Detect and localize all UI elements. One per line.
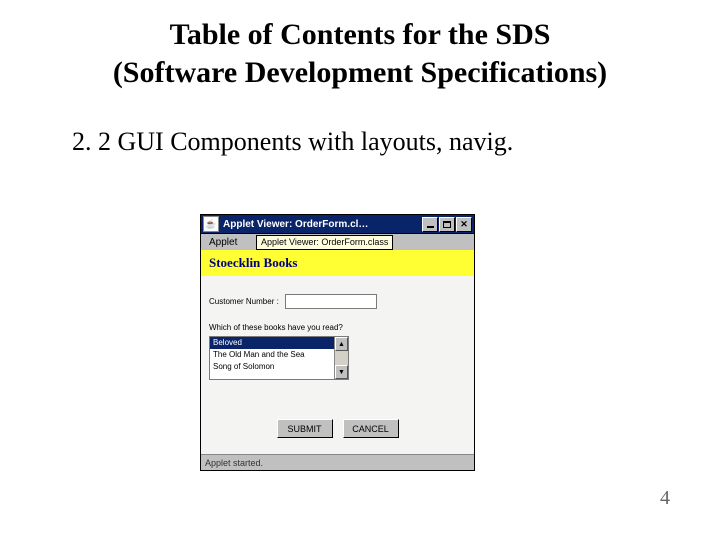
customer-row: Customer Number : xyxy=(201,276,474,309)
button-row: SUBMIT CANCEL xyxy=(201,419,474,438)
scroll-up-button[interactable]: ▲ xyxy=(335,337,348,351)
slide-title-line2: (Software Development Specifications) xyxy=(12,54,708,92)
page-number: 4 xyxy=(660,487,670,510)
chevron-up-icon: ▲ xyxy=(338,341,345,348)
status-text: Applet started. xyxy=(205,458,263,468)
section-heading: 2. 2 GUI Components with layouts, navig. xyxy=(0,95,720,157)
minimize-button[interactable] xyxy=(422,217,438,232)
applet-client-area: Stoecklin Books Customer Number : Which … xyxy=(200,250,475,471)
slide-title-line1: Table of Contents for the SDS xyxy=(12,16,708,54)
maximize-button[interactable] xyxy=(439,217,455,232)
titlebar[interactable]: ☕ Applet Viewer: OrderForm.cl… ✕ xyxy=(200,214,475,234)
cancel-button[interactable]: CANCEL xyxy=(343,419,399,438)
status-bar: Applet started. xyxy=(201,454,474,470)
close-icon: ✕ xyxy=(460,220,468,229)
scroll-down-button[interactable]: ▼ xyxy=(335,365,348,379)
tooltip: Applet Viewer: OrderForm.class xyxy=(256,235,393,250)
app-banner: Stoecklin Books xyxy=(201,250,474,276)
menu-applet[interactable]: Applet xyxy=(205,237,241,248)
applet-window: ☕ Applet Viewer: OrderForm.cl… ✕ Applet … xyxy=(200,214,475,471)
submit-button[interactable]: SUBMIT xyxy=(277,419,333,438)
listbox-items[interactable]: Beloved The Old Man and the Sea Song of … xyxy=(210,337,334,379)
customer-number-input[interactable] xyxy=(285,294,377,309)
list-item[interactable]: Beloved xyxy=(210,337,334,349)
chevron-down-icon: ▼ xyxy=(338,369,345,376)
slide-title: Table of Contents for the SDS (Software … xyxy=(0,0,720,95)
java-cup-icon: ☕ xyxy=(203,216,219,232)
close-button[interactable]: ✕ xyxy=(456,217,472,232)
books-prompt: Which of these books have you read? xyxy=(201,309,474,336)
window-title: Applet Viewer: OrderForm.cl… xyxy=(223,219,421,230)
list-item[interactable]: Song of Solomon xyxy=(210,361,334,373)
customer-number-label: Customer Number : xyxy=(209,297,279,306)
books-listbox[interactable]: Beloved The Old Man and the Sea Song of … xyxy=(209,336,349,380)
list-item[interactable]: The Old Man and the Sea xyxy=(210,349,334,361)
listbox-scrollbar[interactable]: ▲ ▼ xyxy=(334,337,348,379)
